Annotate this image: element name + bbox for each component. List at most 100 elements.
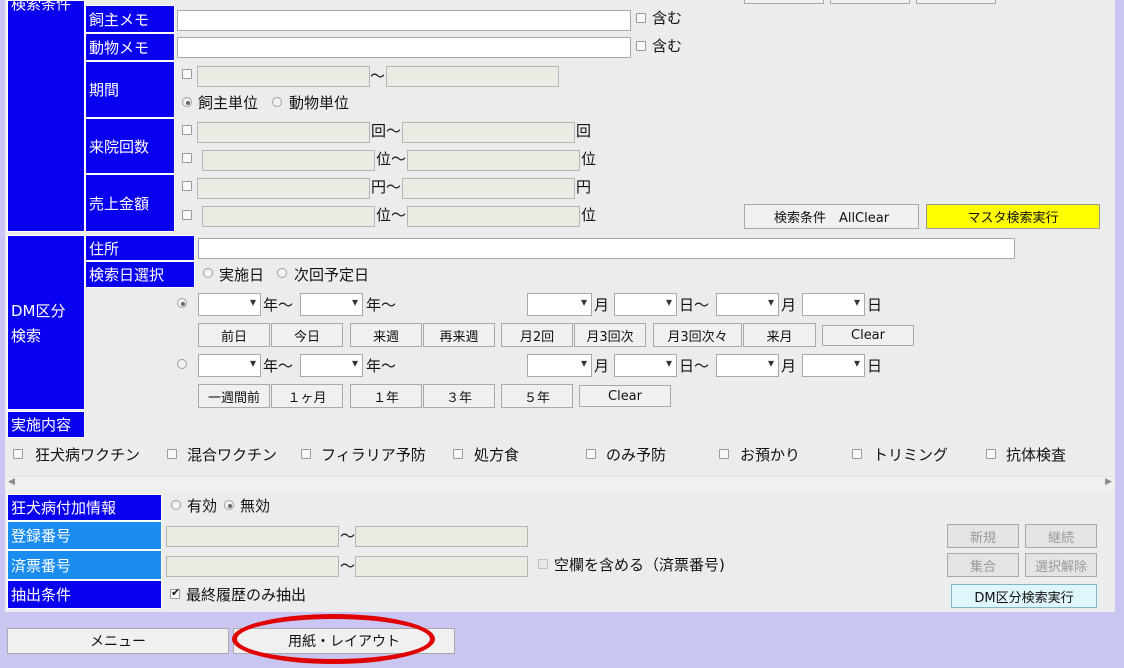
search-allclear-button[interactable]: 検索条件 AllClear	[744, 204, 919, 229]
month-to-select-1[interactable]	[716, 293, 779, 316]
content-checkbox-trimming[interactable]	[852, 449, 862, 459]
thrice-month-next-next-button[interactable]: 月3回次々	[653, 323, 742, 347]
day-tilde-2: 日〜	[679, 357, 710, 375]
sales-from-input[interactable]	[197, 178, 370, 199]
owner-memo-contains-checkbox[interactable]	[636, 13, 646, 23]
period-checkbox[interactable]	[182, 69, 192, 79]
year-from-select-2[interactable]	[198, 354, 261, 377]
next-month-button[interactable]: 来月	[743, 323, 816, 347]
clear-button-2[interactable]: Clear	[579, 385, 671, 407]
clear-button-1[interactable]: Clear	[822, 325, 914, 346]
new-button[interactable]: 新規	[947, 524, 1019, 548]
visits-from-input[interactable]	[197, 122, 370, 143]
content-checkbox-rabies[interactable]	[13, 449, 23, 459]
include-blank-label: 空欄を含める（済票番号)	[554, 556, 725, 574]
period-from-input[interactable]	[197, 66, 370, 87]
visits-count-checkbox[interactable]	[182, 125, 192, 135]
content-checkbox-boarding[interactable]	[719, 449, 729, 459]
year-to-select-1[interactable]	[300, 293, 363, 316]
master-search-button[interactable]: マスタ検索実行	[926, 204, 1100, 229]
tag-no-from-input[interactable]	[166, 556, 339, 577]
sales-amount-checkbox[interactable]	[182, 181, 192, 191]
latest-only-label: 最終履歴のみ抽出	[186, 586, 307, 604]
visits-to-input[interactable]	[402, 122, 575, 143]
day-from-select-2[interactable]	[614, 354, 677, 377]
sales-rank-from-input[interactable]	[202, 206, 375, 227]
latest-only-checkbox[interactable]: ✔	[170, 586, 180, 599]
period-to-input[interactable]	[386, 66, 559, 87]
visits-rank2: 位	[581, 150, 597, 168]
menu-button[interactable]: メニュー	[7, 628, 229, 654]
visits-rank-checkbox[interactable]	[182, 153, 192, 163]
sales-rank-to-input[interactable]	[407, 206, 580, 227]
search-section-text: 検索条件	[11, 0, 72, 13]
owner-memo-label: 飼主メモ	[85, 5, 175, 33]
today-button[interactable]: 今日	[271, 323, 343, 347]
five-year-button[interactable]: ５年	[501, 384, 573, 408]
animal-memo-contains-label: 含む	[652, 37, 683, 55]
dm-search-button[interactable]: DM区分検索実行	[951, 584, 1097, 608]
year-to-select-2[interactable]	[300, 354, 363, 377]
day-from-select-1[interactable]	[614, 293, 677, 316]
three-year-button[interactable]: ３年	[423, 384, 495, 408]
day-to-select-1[interactable]	[802, 293, 865, 316]
month-to-select-2[interactable]	[716, 354, 779, 377]
tag-no-tilde: 〜	[340, 557, 356, 575]
week-after-next-button[interactable]: 再来週	[423, 323, 495, 347]
one-year-button[interactable]: １年	[350, 384, 422, 408]
thrice-month-next-button[interactable]: 月3回次	[574, 323, 646, 347]
dm-section-text-1: DM区分	[11, 301, 66, 320]
prev-day-button[interactable]: 前日	[198, 323, 270, 347]
tag-no-to-input[interactable]	[355, 556, 528, 577]
day-label-1: 日	[867, 296, 883, 314]
owner-memo-input[interactable]	[177, 10, 631, 31]
content-item-flea: のみ予防	[606, 446, 667, 464]
paper-layout-button[interactable]: 用紙・レイアウト	[233, 628, 455, 654]
include-blank-checkbox[interactable]	[538, 559, 548, 569]
month-from-select-2[interactable]	[527, 354, 592, 377]
cut-button-1[interactable]	[744, 0, 824, 4]
content-item-filaria: フィラリア予防	[321, 446, 426, 464]
date-next-radio[interactable]	[277, 268, 287, 278]
content-checkbox-filaria[interactable]	[301, 449, 311, 459]
cut-button-3[interactable]	[916, 0, 996, 4]
reg-no-to-input[interactable]	[355, 526, 528, 547]
one-month-button[interactable]: １ヶ月	[271, 384, 343, 408]
animal-memo-contains-checkbox[interactable]	[636, 41, 646, 51]
date-range2-radio[interactable]	[177, 359, 187, 369]
month-from-select-1[interactable]	[527, 293, 592, 316]
period-owner-radio[interactable]	[182, 97, 192, 107]
year-tilde-2: 年〜	[263, 357, 294, 375]
horizontal-scrollbar[interactable]: ◀ ▶	[5, 476, 1115, 490]
aggregate-button[interactable]: 集合	[947, 553, 1019, 577]
sales-to-input[interactable]	[402, 178, 575, 199]
cut-button-2[interactable]	[830, 0, 910, 4]
content-checkbox-flea[interactable]	[586, 449, 596, 459]
one-week-ago-button[interactable]: 一週間前	[198, 384, 270, 408]
content-item-prescription: 処方食	[474, 446, 520, 464]
sales-label: 売上金額	[85, 174, 175, 232]
day-to-select-2[interactable]	[802, 354, 865, 377]
rabies-invalid-radio[interactable]	[224, 500, 234, 510]
address-input[interactable]	[198, 238, 1015, 259]
period-animal-radio[interactable]	[272, 97, 282, 107]
content-checkbox-prescription[interactable]	[453, 449, 463, 459]
date-done-radio[interactable]	[203, 268, 213, 278]
scroll-left-icon[interactable]: ◀	[8, 477, 15, 487]
content-checkbox-mixed[interactable]	[167, 449, 177, 459]
visits-rank-to-input[interactable]	[407, 150, 580, 171]
rabies-valid-radio[interactable]	[171, 500, 181, 510]
next-week-button[interactable]: 来週	[350, 323, 422, 347]
content-label-text: 実施内容	[11, 416, 72, 434]
continue-button[interactable]: 継続	[1025, 524, 1097, 548]
animal-memo-input[interactable]	[177, 37, 631, 58]
scroll-right-icon[interactable]: ▶	[1105, 477, 1112, 487]
deselect-button[interactable]: 選択解除	[1025, 553, 1097, 577]
content-checkbox-antibody[interactable]	[986, 449, 996, 459]
year-from-select-1[interactable]	[198, 293, 261, 316]
twice-month-button[interactable]: 月2回	[501, 323, 573, 347]
sales-rank-checkbox[interactable]	[182, 210, 192, 220]
reg-no-from-input[interactable]	[166, 526, 339, 547]
date-range1-radio[interactable]	[177, 298, 187, 308]
visits-rank-from-input[interactable]	[202, 150, 375, 171]
